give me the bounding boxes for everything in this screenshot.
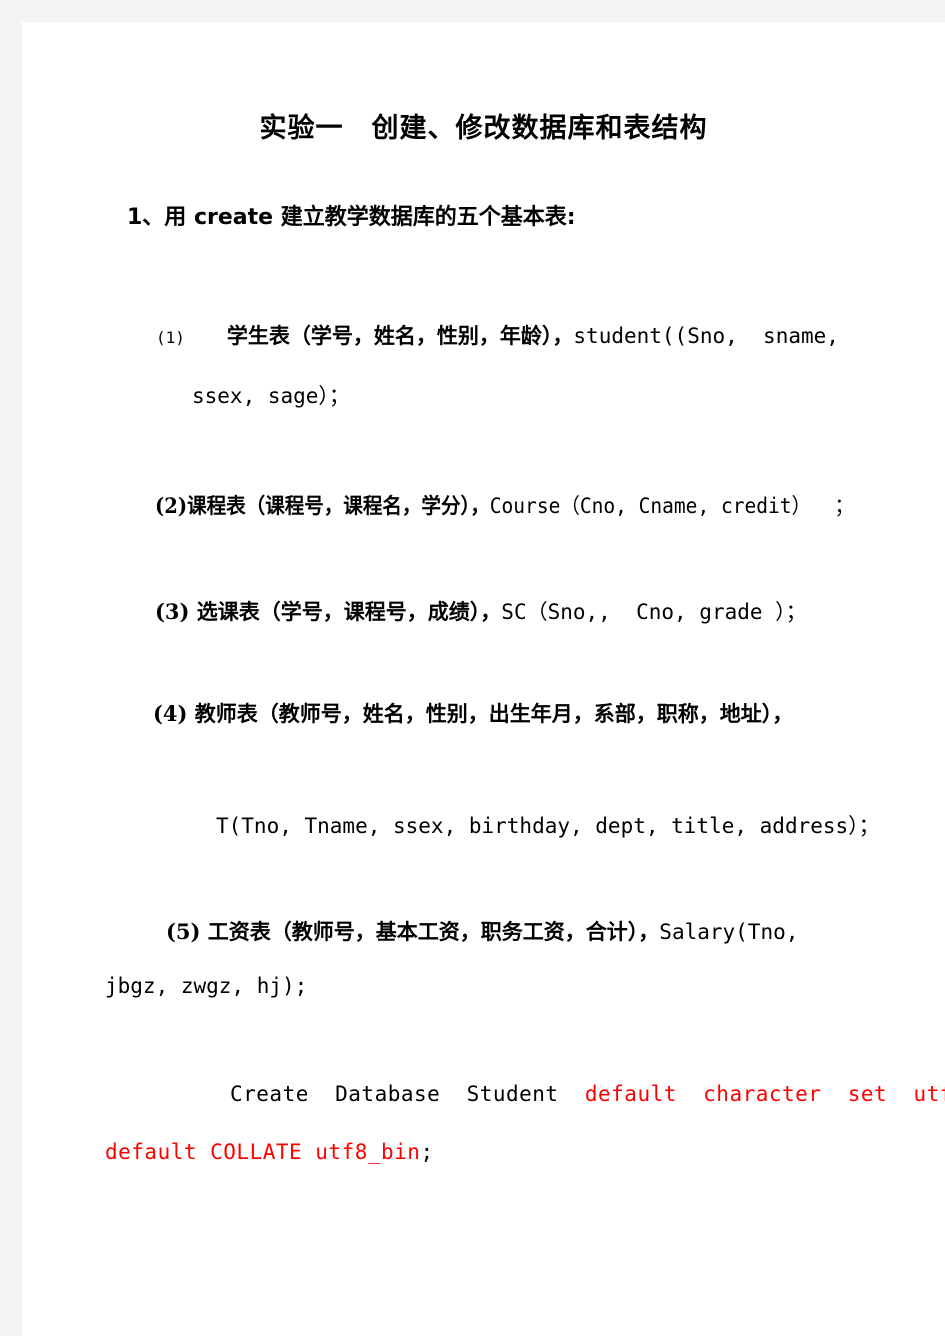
list-item-continuation: ssex, sage）；: [192, 380, 350, 410]
list-item-marker: (3): [155, 599, 190, 624]
sql-terminator: ;: [420, 1140, 434, 1164]
list-item: (4) 教师表（教师号，姓名，性别，出生年月，系部，职称，地址），: [153, 698, 793, 728]
sql-statement-line: Create Database Student default characte…: [230, 1082, 945, 1106]
list-item-code: Course（Cno, Cname, credit） ；: [489, 494, 855, 518]
sql-highlight-red: default COLLATE utf8_bin: [105, 1140, 421, 1164]
page-title: 实验一 创建、修改数据库和表结构: [259, 113, 708, 144]
list-item-text-cn: 学生表（学号，姓名，性别，年龄），: [184, 323, 574, 348]
list-item-marker: (4): [153, 701, 188, 726]
list-item: (3) 选课表（学号，课程号，成绩），SC（Sno,, Cno, grade ）…: [155, 596, 807, 626]
list-item-code: SC（Sno,, Cno, grade ）；: [501, 600, 807, 624]
list-item-marker: (5): [166, 919, 201, 944]
list-item-code: student((Sno, sname,: [573, 324, 839, 348]
document-content: 实验一 创建、修改数据库和表结构 1、用 create 建立教学数据库的五个基本…: [22, 22, 945, 1336]
list-item-code-continued: T(Tno, Tname, ssex, birthday, dept, titl…: [216, 814, 880, 838]
list-item: (1) 学生表（学号，姓名，性别，年龄），student((Sno, sname…: [156, 320, 839, 350]
sql-statement-line: default COLLATE utf8_bin;: [105, 1140, 434, 1164]
list-item-code-continued: jbgz, zwgz, hj);: [105, 974, 308, 998]
sql-highlight-red: default character set utf8: [584, 1082, 945, 1106]
list-item-code: Salary(Tno,: [659, 920, 799, 944]
list-item-text-cn: 课程表（课程号，课程名，学分），: [187, 493, 490, 518]
sql-keyword-black: Create Database Student: [230, 1082, 585, 1106]
list-item: (5) 工资表（教师号，基本工资，职务工资，合计），Salary(Tno,: [166, 916, 798, 946]
list-item-text-cn: 工资表（教师号，基本工资，职务工资，合计），: [200, 919, 660, 944]
list-item-marker: (1): [156, 328, 185, 347]
list-item-text-cn: 选课表（学号，课程号，成绩），: [189, 599, 502, 624]
list-item-continuation: T(Tno, Tname, ssex, birthday, dept, titl…: [216, 810, 880, 840]
list-item-marker: (2): [155, 493, 188, 518]
list-item: (2)课程表（课程号，课程名，学分），Course（Cno, Cname, cr…: [155, 490, 907, 520]
document-page: 实验一 创建、修改数据库和表结构 1、用 create 建立教学数据库的五个基本…: [22, 22, 945, 1336]
list-item-text-cn: 教师表（教师号，姓名，性别，出生年月，系部，职称，地址），: [187, 701, 794, 726]
section-heading: 1、用 create 建立教学数据库的五个基本表:: [127, 205, 576, 230]
list-item-code-continued: ssex, sage）；: [192, 384, 350, 408]
list-item-continuation: jbgz, zwgz, hj);: [105, 974, 307, 998]
